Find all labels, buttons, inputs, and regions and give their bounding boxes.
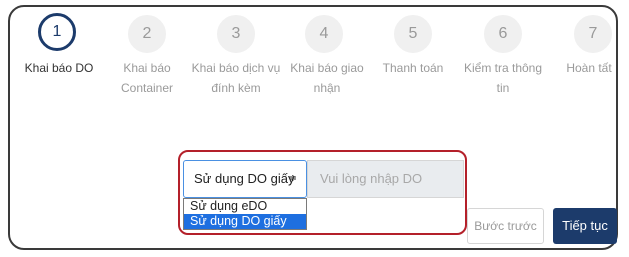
step-circle[interactable]: 2	[128, 15, 166, 53]
step-label: Kiểm tra thông	[463, 61, 543, 75]
step-label-line2: nhận	[313, 81, 341, 95]
step-label: Hoàn tất	[566, 61, 612, 75]
step-circle[interactable]: 4	[305, 15, 343, 53]
step-label: Khai báo dịch vụ	[191, 61, 281, 75]
step-label: Khai báo giao	[290, 61, 364, 75]
step-circle[interactable]: 6	[484, 15, 522, 53]
back-button[interactable]: Bước trước	[467, 208, 544, 244]
step-label: Thanh toán	[382, 61, 444, 75]
step-circle[interactable]: 7	[574, 15, 612, 53]
next-button[interactable]: Tiếp tục	[553, 208, 617, 244]
step-label: Khai báo	[123, 61, 171, 75]
step-label-line2: tin	[496, 81, 510, 95]
step-label: Khai báo DO	[24, 61, 94, 75]
step-circle[interactable]: 1	[38, 13, 76, 51]
step-circle[interactable]: 3	[217, 15, 255, 53]
highlight-box	[178, 150, 467, 235]
step-label-line2: Container	[120, 81, 174, 95]
step-circle[interactable]: 5	[394, 15, 432, 53]
step-label-line2: đính kèm	[211, 81, 261, 95]
